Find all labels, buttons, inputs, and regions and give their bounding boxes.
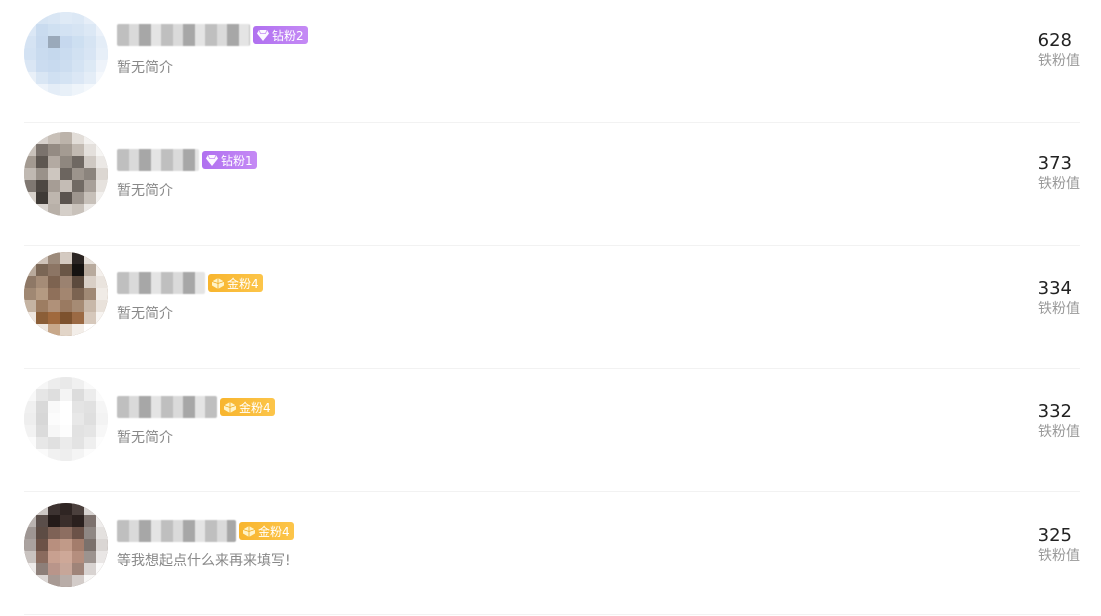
avatar[interactable]	[24, 503, 108, 587]
name-line: 金粉4	[117, 520, 294, 542]
badge-label: 金粉4	[227, 276, 259, 291]
intro-text: 暂无简介	[117, 60, 173, 76]
username[interactable]	[117, 396, 217, 418]
avatar[interactable]	[24, 12, 108, 96]
score-label: 铁粉值	[1038, 301, 1080, 317]
gold-gem-icon	[243, 525, 255, 537]
username[interactable]	[117, 520, 236, 542]
intro-text: 暂无简介	[117, 183, 173, 199]
score: 373 铁粉值	[1038, 153, 1080, 193]
score-value: 628	[1037, 30, 1072, 51]
username[interactable]	[117, 149, 199, 171]
username[interactable]	[117, 24, 250, 46]
score-value: 332	[1037, 401, 1072, 422]
badge-label: 钻粉1	[221, 153, 253, 168]
score: 325 铁粉值	[1038, 525, 1080, 565]
list-item[interactable]: 金粉4 暂无简介 334 铁粉值	[24, 246, 1080, 369]
name-line: 金粉4	[117, 396, 275, 418]
list-item[interactable]: 钻粉2 暂无简介 628 铁粉值	[24, 0, 1080, 123]
fan-list: 钻粉2 暂无简介 628 铁粉值 钻粉1 暂无简介 373 铁粉值 金粉4 暂无…	[0, 0, 1101, 616]
name-line: 钻粉2	[117, 24, 308, 46]
score: 628 铁粉值	[1038, 30, 1080, 70]
score-value: 334	[1037, 278, 1072, 299]
fan-badge: 钻粉2	[253, 26, 308, 44]
diamond-icon	[257, 29, 269, 41]
gold-gem-icon	[224, 401, 236, 413]
intro-text: 等我想起点什么来再来填写!	[117, 553, 291, 569]
fan-badge: 金粉4	[220, 398, 275, 416]
intro-text: 暂无简介	[117, 306, 173, 322]
fan-badge: 钻粉1	[202, 151, 257, 169]
score: 334 铁粉值	[1038, 278, 1080, 318]
name-line: 金粉4	[117, 272, 263, 294]
score-label: 铁粉值	[1038, 548, 1080, 564]
badge-label: 钻粉2	[272, 28, 304, 43]
intro-text: 暂无简介	[117, 430, 173, 446]
badge-label: 金粉4	[239, 400, 271, 415]
score-label: 铁粉值	[1038, 53, 1080, 69]
fan-badge: 金粉4	[208, 274, 263, 292]
gold-gem-icon	[212, 277, 224, 289]
avatar[interactable]	[24, 132, 108, 216]
score: 332 铁粉值	[1038, 401, 1080, 441]
list-item[interactable]: 金粉4 等我想起点什么来再来填写! 325 铁粉值	[24, 492, 1080, 615]
score-value: 325	[1037, 525, 1072, 546]
badge-label: 金粉4	[258, 524, 290, 539]
avatar[interactable]	[24, 252, 108, 336]
score-value: 373	[1037, 153, 1072, 174]
avatar[interactable]	[24, 377, 108, 461]
list-item[interactable]: 钻粉1 暂无简介 373 铁粉值	[24, 123, 1080, 246]
username[interactable]	[117, 272, 205, 294]
name-line: 钻粉1	[117, 149, 257, 171]
fan-badge: 金粉4	[239, 522, 294, 540]
diamond-icon	[206, 154, 218, 166]
score-label: 铁粉值	[1038, 176, 1080, 192]
list-item[interactable]: 金粉4 暂无简介 332 铁粉值	[24, 369, 1080, 492]
score-label: 铁粉值	[1038, 424, 1080, 440]
